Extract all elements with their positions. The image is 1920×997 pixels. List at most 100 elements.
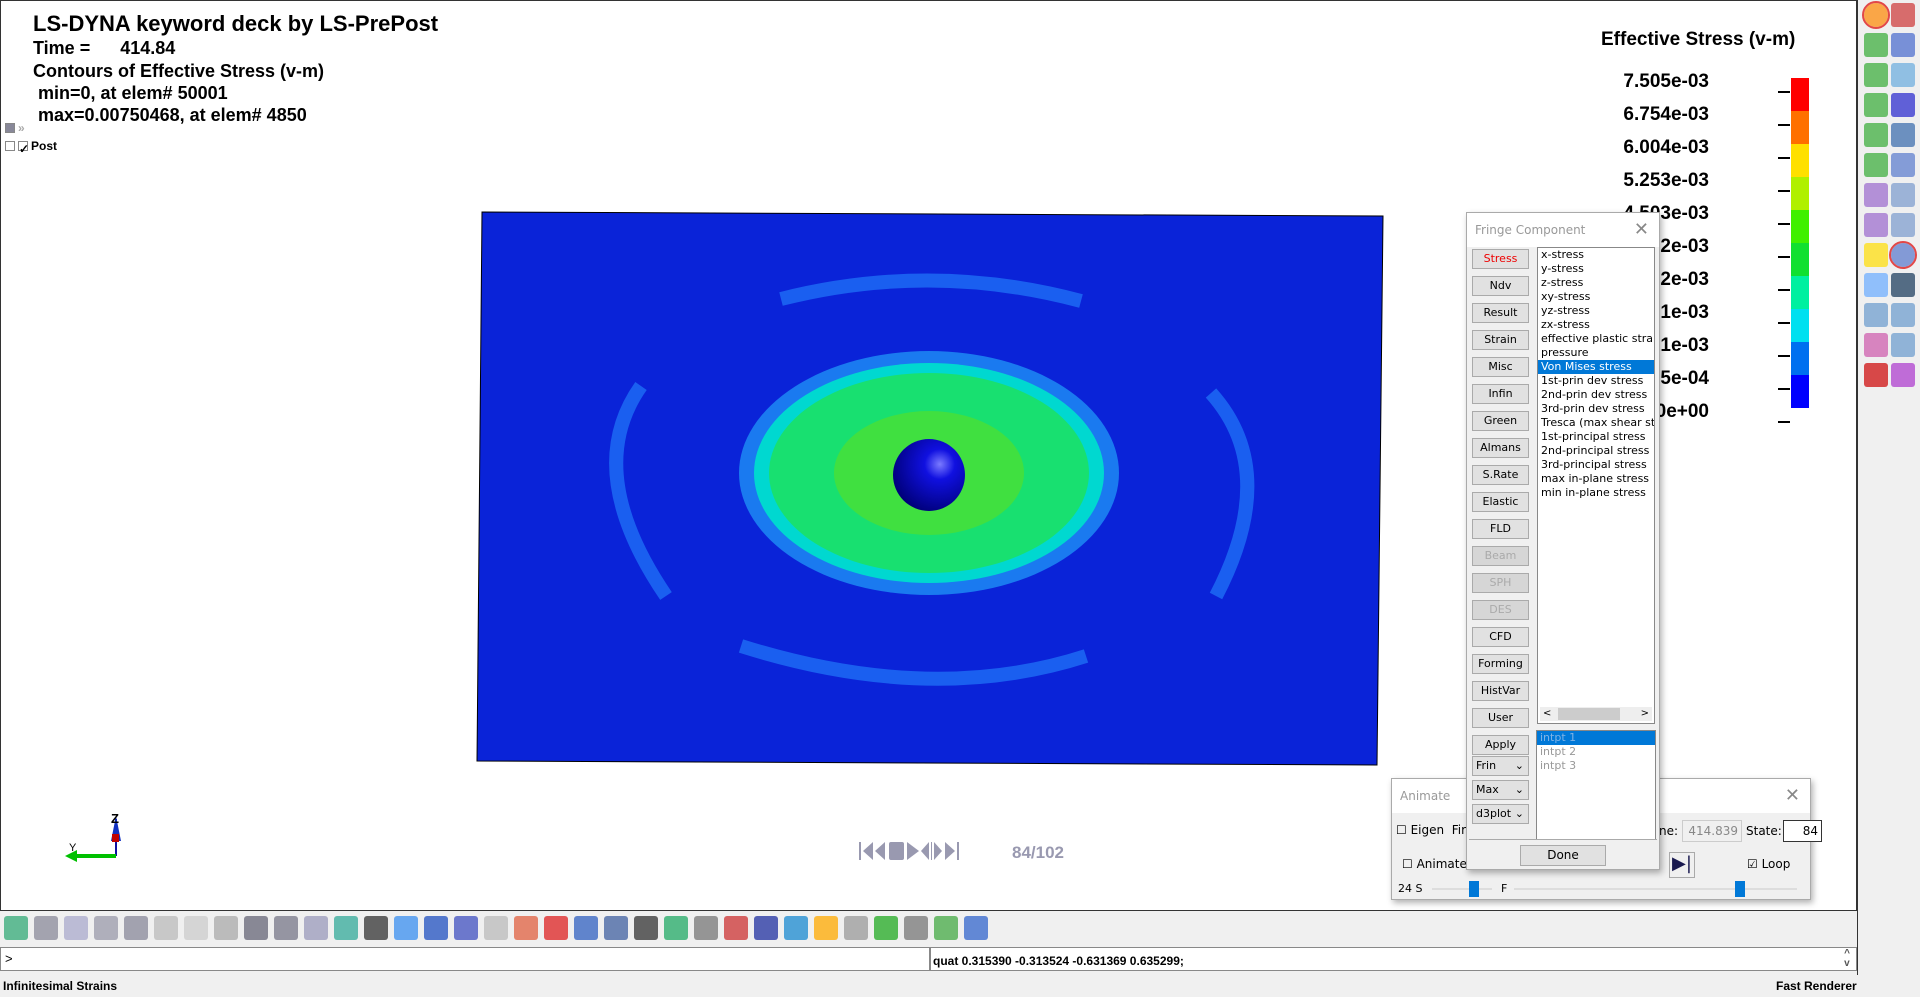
scroll-right-icon[interactable]: > xyxy=(1641,707,1649,721)
xy-plot-icon[interactable] xyxy=(1864,93,1888,117)
fringe-button-apply[interactable]: Apply xyxy=(1472,735,1529,755)
grid-icon[interactable] xyxy=(1864,333,1888,357)
zoom-reset-icon[interactable] xyxy=(604,916,628,940)
dots-cube-icon[interactable] xyxy=(214,916,238,940)
graph-icon[interactable] xyxy=(964,916,988,940)
settings-icon[interactable] xyxy=(1864,303,1888,327)
component-item[interactable]: pressure xyxy=(1538,346,1654,360)
fringe-movie-icon[interactable] xyxy=(1864,243,1888,267)
center-icon[interactable] xyxy=(544,916,568,940)
list-hscrollbar[interactable]: < > xyxy=(1540,707,1652,721)
curve-icon[interactable] xyxy=(1891,3,1915,27)
component-item[interactable]: 2nd-principal stress xyxy=(1538,444,1654,458)
loop-checkbox[interactable]: ☑ Loop xyxy=(1747,857,1790,871)
gray-cube-icon[interactable] xyxy=(94,916,118,940)
state-field[interactable]: 84 xyxy=(1783,820,1822,842)
component-item[interactable]: Tresca (max shear stress) xyxy=(1538,416,1654,430)
speed-slider-thumb[interactable] xyxy=(1469,881,1479,897)
binout-icon[interactable] xyxy=(1864,153,1888,177)
recycle-icon[interactable] xyxy=(934,916,958,940)
table-icon[interactable] xyxy=(1891,183,1915,207)
fringe-button-beam[interactable]: Beam xyxy=(1472,546,1529,566)
shift-ctrl-icon[interactable] xyxy=(484,916,508,940)
fringe-button-elastic[interactable]: Elastic xyxy=(1472,492,1529,512)
axis-icon[interactable] xyxy=(724,916,748,940)
intpt-item[interactable]: intpt 1 xyxy=(1537,731,1655,745)
tree-collapse[interactable]: » xyxy=(5,121,25,135)
solid-view-icon[interactable] xyxy=(394,916,418,940)
outline-cube-icon[interactable] xyxy=(184,916,208,940)
scroll-arrows-icon[interactable]: ^ v xyxy=(1844,949,1850,969)
fringe-component-icon[interactable] xyxy=(1889,241,1917,269)
shaded-cube-icon[interactable] xyxy=(64,916,88,940)
noise-icon[interactable] xyxy=(1864,273,1888,297)
structure-icon[interactable] xyxy=(1891,213,1915,237)
component-item[interactable]: y-stress xyxy=(1538,262,1654,276)
component-list[interactable]: x-stress y-stress z-stress xy-stress yz-stre… xyxy=(1537,247,1655,724)
fringe-button-stress[interactable]: Stress xyxy=(1472,249,1529,269)
dropdown-frin[interactable]: Frin ⌄ xyxy=(1472,756,1529,776)
playback-controls[interactable] xyxy=(859,842,959,860)
frame-slider[interactable] xyxy=(1514,881,1797,897)
globe-icon[interactable] xyxy=(664,916,688,940)
component-item[interactable]: 3rd-principal stress xyxy=(1538,458,1654,472)
component-item[interactable]: 3rd-prin dev stress xyxy=(1538,402,1654,416)
fringe-button-user[interactable]: User xyxy=(1472,708,1529,728)
hidden-grid-icon[interactable] xyxy=(274,916,298,940)
fringe-button-almans[interactable]: Almans xyxy=(1472,438,1529,458)
intpt-item[interactable]: intpt 3 xyxy=(1537,759,1655,773)
eigen-checkbox[interactable]: ☐ Eigen Fir xyxy=(1396,823,1466,837)
scroll-left-icon[interactable]: < xyxy=(1543,707,1551,721)
gears-icon[interactable] xyxy=(904,916,928,940)
rotate-icon[interactable] xyxy=(634,916,658,940)
mesh-icon[interactable] xyxy=(1891,153,1915,177)
fringe-button-fld[interactable]: FLD xyxy=(1472,519,1529,539)
fringe-button-histvar[interactable]: HistVar xyxy=(1472,681,1529,701)
fringe-button-sph[interactable]: SPH xyxy=(1472,573,1529,593)
dropdown-d3plot[interactable]: d3plot ⌄ xyxy=(1472,804,1529,824)
blue-cube-icon[interactable] xyxy=(754,916,778,940)
intpt-item[interactable]: intpt 2 xyxy=(1537,745,1655,759)
component-item[interactable]: z-stress xyxy=(1538,276,1654,290)
model-icon[interactable] xyxy=(1862,1,1890,29)
fringe-button-srate[interactable]: S.Rate xyxy=(1472,465,1529,485)
doctor-icon[interactable] xyxy=(1891,303,1915,327)
component-item[interactable]: 2nd-prin dev stress xyxy=(1538,388,1654,402)
spline-icon[interactable] xyxy=(1891,33,1915,57)
bg-cube-icon[interactable] xyxy=(304,916,328,940)
flash-icon[interactable] xyxy=(814,916,838,940)
close-icon[interactable]: ✕ xyxy=(1785,785,1800,806)
component-item[interactable]: x-stress xyxy=(1538,248,1654,262)
tree-item-post[interactable]: ✓ Post xyxy=(5,139,57,156)
fringe-button-green[interactable]: Green xyxy=(1472,411,1529,431)
checker-icon[interactable] xyxy=(844,916,868,940)
fringe-button-des[interactable]: DES xyxy=(1472,600,1529,620)
fringe-icon[interactable] xyxy=(4,916,28,940)
dark-cube-icon[interactable] xyxy=(424,916,448,940)
component-item[interactable]: Von Mises stress xyxy=(1538,360,1654,374)
time-field[interactable]: 414.839 xyxy=(1682,820,1742,842)
fringe-button-result[interactable]: Result xyxy=(1472,303,1529,323)
component-item[interactable]: zx-stress xyxy=(1538,318,1654,332)
dropdown-max[interactable]: Max ⌄ xyxy=(1472,780,1529,800)
fringe-button-forming[interactable]: Forming xyxy=(1472,654,1529,674)
intpt-list[interactable]: intpt 1 intpt 2 intpt 3 xyxy=(1536,730,1656,840)
path-icon[interactable] xyxy=(1864,183,1888,207)
hist-icon[interactable] xyxy=(1864,63,1888,87)
path2-icon[interactable] xyxy=(1864,213,1888,237)
checkbox-icon[interactable]: ✓ xyxy=(18,141,29,156)
component-item[interactable]: max in-plane stress xyxy=(1538,472,1654,486)
keyword-icon[interactable] xyxy=(1864,33,1888,57)
solid-grid-icon[interactable] xyxy=(244,916,268,940)
edge-cube-icon[interactable] xyxy=(154,916,178,940)
last-frame-button[interactable]: ▶| xyxy=(1669,852,1695,878)
frame-slider-thumb[interactable] xyxy=(1735,881,1746,897)
user-icon[interactable] xyxy=(1891,333,1915,357)
wire-view-icon[interactable] xyxy=(454,916,478,940)
play-icon[interactable] xyxy=(874,916,898,940)
part-icon[interactable] xyxy=(1891,123,1915,147)
box-icon[interactable] xyxy=(694,916,718,940)
animate-checkbox[interactable]: ☐ Animate xyxy=(1402,857,1467,871)
U-icon[interactable] xyxy=(364,916,388,940)
fringe-button-infin[interactable]: Infin xyxy=(1472,384,1529,404)
